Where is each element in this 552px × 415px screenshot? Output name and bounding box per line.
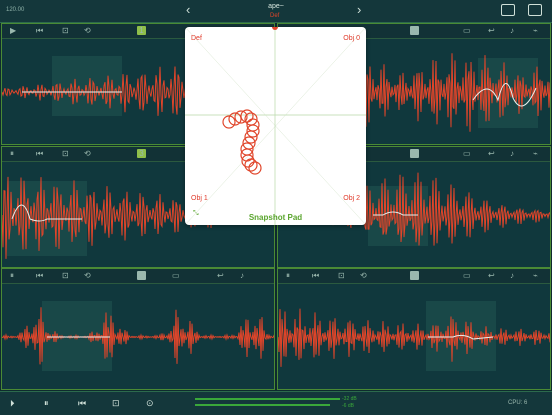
next-arrow-icon[interactable]: › <box>357 2 361 17</box>
waveform-5 <box>2 301 274 371</box>
loop-icon[interactable]: ⊙ <box>146 398 154 409</box>
app-title: ape~ <box>268 3 284 10</box>
target-icon[interactable]: ⊡ <box>62 271 69 280</box>
corner-obj0: Obj 0 <box>343 35 360 42</box>
db-bottom: -6 dB <box>342 403 354 409</box>
pane-number: 1 <box>137 26 146 35</box>
mic-icon[interactable]: ⌁ <box>533 149 538 158</box>
pause-icon[interactable]: ⏸ <box>10 149 14 159</box>
camera-icon[interactable]: ▭ <box>463 149 471 158</box>
cpu-readout: CPU: 6 <box>508 400 528 406</box>
pane-number: 4 <box>410 149 419 158</box>
corner-def: Def <box>191 35 202 42</box>
camera-icon[interactable]: ▭ <box>172 271 180 280</box>
rewind-icon[interactable]: ⏮ <box>36 149 43 159</box>
camera-icon[interactable]: ▭ <box>463 26 471 35</box>
rewind-icon[interactable]: ⏮ <box>36 271 43 281</box>
folder-icon[interactable] <box>501 4 515 16</box>
target-icon[interactable]: ⊡ <box>62 149 69 158</box>
loop-icon[interactable]: ⟲ <box>84 271 91 280</box>
rewind-icon[interactable]: ⏮ <box>312 271 319 281</box>
level-meter-bottom <box>195 404 330 406</box>
top-toolbar: 120.00 ‹ ape~ › <box>0 0 552 23</box>
pane-number: 3 <box>137 149 146 158</box>
loop-icon[interactable]: ⟲ <box>84 26 91 35</box>
undo-icon[interactable]: ↩ <box>217 271 224 280</box>
snapshot-pad-title: Snapshot Pad <box>248 213 303 222</box>
loop-icon[interactable]: ⟲ <box>84 149 91 158</box>
pane-number: 5 <box>137 271 146 280</box>
play-icon[interactable]: ⏵ <box>10 398 15 409</box>
loop-icon[interactable]: ⟲ <box>360 271 367 280</box>
bottom-toolbar: ⏵ ⏸ ⏮ ⊡ ⊙ -32 dB -6 dB CPU: 6 <box>0 391 552 415</box>
pane-6[interactable]: ⏸ ⏮ ⊡ ⟲ 6 ▭ ↩ ♪ ⌁ <box>277 268 551 390</box>
undo-icon[interactable]: ↩ <box>488 26 495 35</box>
corner-obj1: Obj 1 <box>191 195 208 202</box>
undo-icon[interactable]: ↩ <box>488 271 495 280</box>
pane-number: 2 <box>410 26 419 35</box>
pause-icon[interactable]: ⏸ <box>44 398 49 409</box>
level-meter-top <box>195 398 340 400</box>
pane-toolbar: ⏸ ⏮ ⊡ ⟲ 6 ▭ ↩ ♪ ⌁ <box>278 269 550 284</box>
pane-5[interactable]: ⏸ ⏮ ⊡ ⟲ 5 ▭ ↩ ♪ <box>1 268 275 390</box>
snapshot-grid <box>185 27 366 225</box>
corner-obj2: Obj 2 <box>343 195 360 202</box>
play-icon[interactable]: ▶ <box>10 26 16 35</box>
rewind-icon[interactable]: ⏮ <box>78 398 86 409</box>
def-marker: Def <box>270 13 280 19</box>
camera-icon[interactable]: ▭ <box>463 271 471 280</box>
pause-icon[interactable]: ⏸ <box>10 271 14 281</box>
db-top: -32 dB <box>342 396 357 402</box>
mic-icon[interactable]: ♪ <box>510 149 514 158</box>
mic-icon[interactable]: ♪ <box>240 271 244 280</box>
waveform-6 <box>278 301 550 371</box>
rewind-icon[interactable]: ⏮ <box>36 26 43 36</box>
undo-icon[interactable]: ↩ <box>488 149 495 158</box>
target-icon[interactable]: ⊡ <box>62 26 69 35</box>
mic-icon[interactable]: ♪ <box>510 271 514 280</box>
pane-number: 6 <box>410 271 419 280</box>
pane-toolbar: ⏸ ⏮ ⊡ ⟲ 5 ▭ ↩ ♪ <box>2 269 274 284</box>
mic-icon[interactable]: ⌁ <box>533 26 538 35</box>
pause-icon[interactable]: ⏸ <box>286 271 290 281</box>
target-icon[interactable]: ⊡ <box>112 398 120 409</box>
mic-icon[interactable]: ⌁ <box>533 271 538 280</box>
snapshot-pad[interactable]: Def Obj 0 Obj 1 Obj 2 ⤡ Snapshot Pad <box>185 27 366 225</box>
mic-icon[interactable]: ♪ <box>510 26 514 35</box>
settings-icon[interactable] <box>528 4 542 16</box>
target-icon[interactable]: ⊡ <box>338 271 345 280</box>
